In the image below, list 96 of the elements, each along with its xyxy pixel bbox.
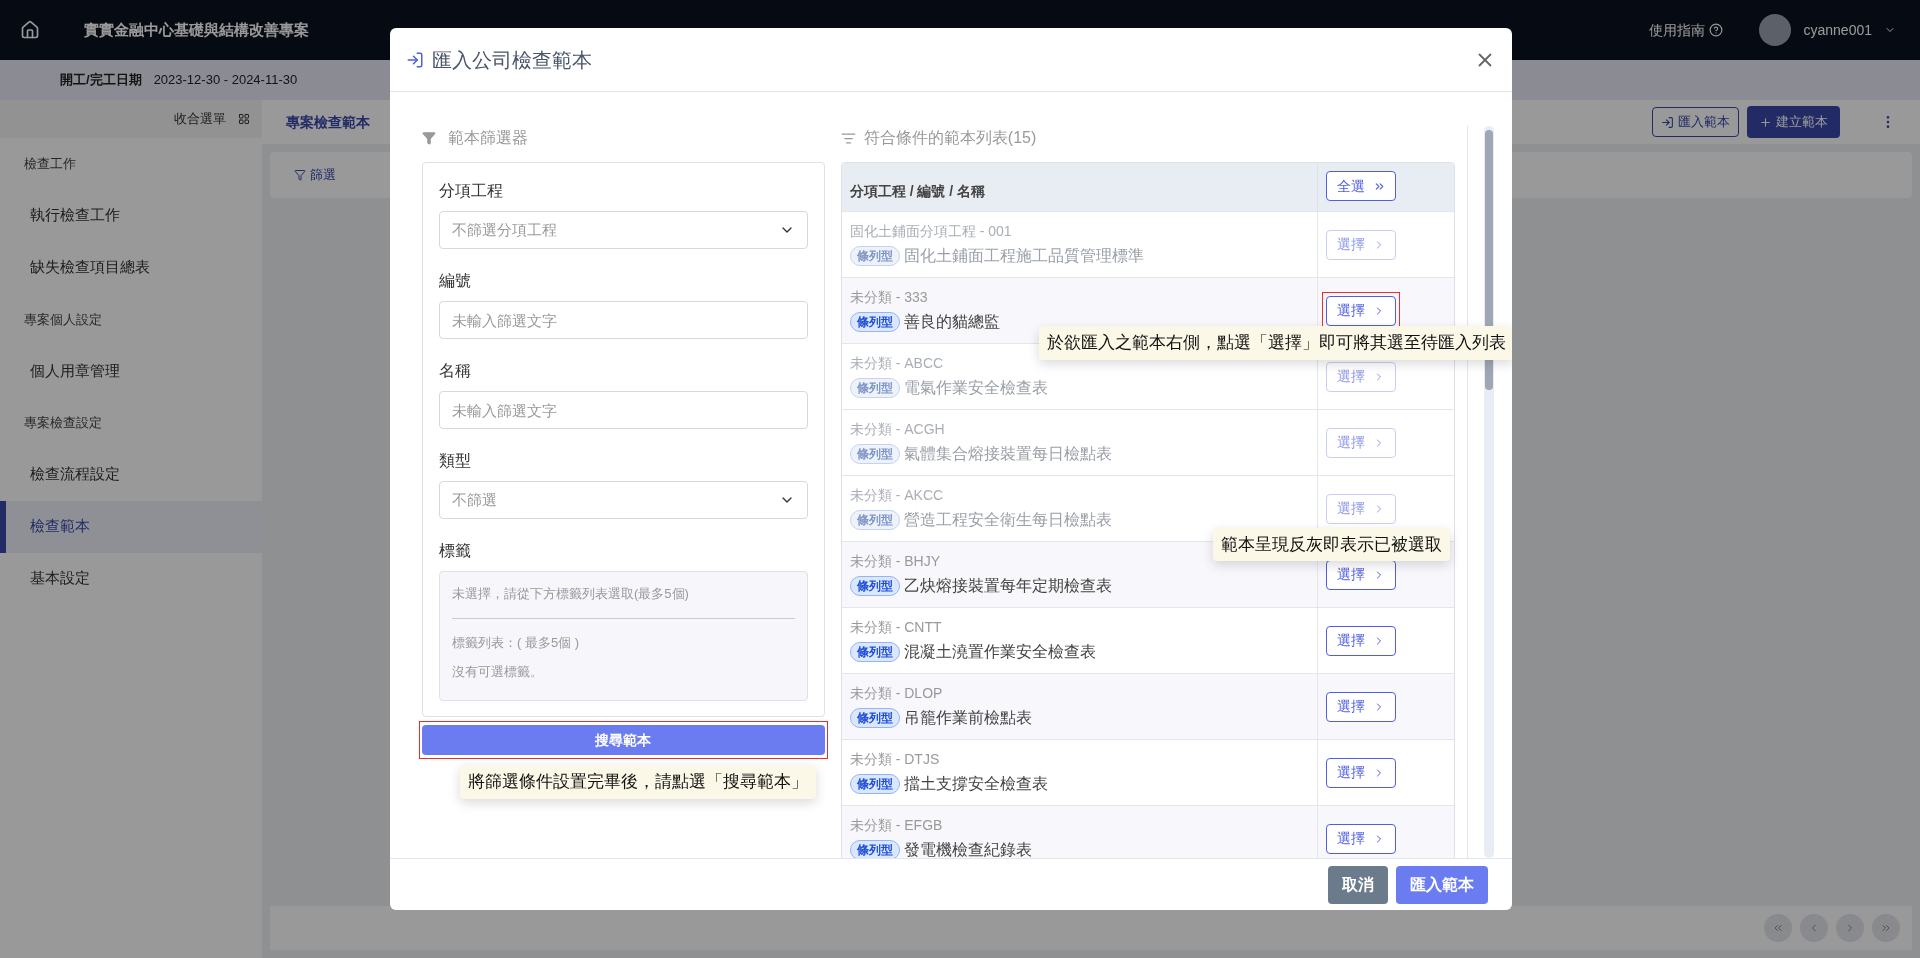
template-code: 未分類 - DLOP <box>849 684 944 703</box>
chevron-icon <box>1880 922 1892 934</box>
select-button[interactable]: 選擇 <box>1326 229 1397 260</box>
column-header: 分項工程 / 編號 / 名稱 <box>848 181 987 201</box>
import-template-button[interactable]: 匯入範本 <box>1652 107 1739 137</box>
dialog-title: 匯入公司檢查範本 <box>432 47 592 73</box>
help-icon <box>1709 23 1724 37</box>
sidebar-section-title: 專案個人設定 <box>23 310 103 329</box>
template-name: 混凝土澆置作業安全檢查表 <box>903 642 1096 662</box>
import-button[interactable]: 匯入範本 <box>1396 865 1488 904</box>
type-tag: 條列型 <box>849 840 900 858</box>
search-button[interactable]: 搜尋範本 <box>422 725 825 755</box>
template-code: 未分類 - CNTT <box>849 618 943 637</box>
select-button[interactable]: 選擇 <box>1326 493 1397 524</box>
template-name: 固化土鋪面工程施工品質管理標準 <box>903 246 1144 266</box>
tag-hint: 未選擇，請從下方標籤列表選取(最多5個) <box>452 585 690 603</box>
sidebar-item[interactable]: 執行檢查工作 <box>0 189 262 242</box>
empty-tags-text: 沒有可選標籤。 <box>452 663 544 681</box>
cancel-button[interactable]: 取消 <box>1328 865 1388 904</box>
collapse-label[interactable]: 收合選單 <box>174 109 226 129</box>
template-name: 善良的貓總監 <box>903 312 1000 332</box>
type-tag: 條列型 <box>849 246 900 266</box>
type-tag: 條列型 <box>849 708 900 728</box>
filter-icon <box>294 169 306 181</box>
template-name: 擋土支撐安全檢查表 <box>903 774 1048 794</box>
select-button[interactable]: 選擇 <box>1326 757 1397 788</box>
home-icon <box>20 20 40 40</box>
plus-icon <box>1759 115 1772 129</box>
input-field[interactable]: 未輸入篩選文字 <box>439 301 808 339</box>
select-all-button[interactable]: 全選 <box>1326 171 1397 201</box>
tooltip-callout: 範本呈現反灰即表示已被選取 <box>1213 527 1451 561</box>
project-title: 實實金融中心基礎與結構改善專案 <box>83 19 310 40</box>
sidebar-item[interactable]: 檢查流程設定 <box>0 448 262 501</box>
date-range: 2023-12-30 - 2024-11-30 <box>153 71 298 90</box>
template-code: 未分類 - 333 <box>849 288 929 307</box>
date-label: 開工/完工日期 <box>60 71 142 90</box>
tag-list-label: 標籤列表：( 最多5個 ) <box>452 633 581 652</box>
tooltip-callout: 將篩選條件設置完畢後，請點選「搜尋範本」 <box>460 765 816 799</box>
select-button[interactable]: 選擇 <box>1326 559 1397 590</box>
create-template-button[interactable]: 建立範本 <box>1747 106 1840 138</box>
username[interactable]: cyanne001 <box>1803 19 1872 41</box>
type-tag: 條列型 <box>849 774 900 794</box>
template-code: 未分類 - ABCC <box>849 354 945 373</box>
pagination-button[interactable] <box>1872 914 1900 942</box>
chevron-icon <box>1772 922 1784 934</box>
template-name: 吊籠作業前檢點表 <box>903 708 1032 728</box>
filter-label[interactable]: 篩選 <box>310 165 336 185</box>
sidebar-item[interactable]: 缺失檢查項目總表 <box>0 241 262 294</box>
template-name: 發電機檢查紀錄表 <box>903 840 1032 858</box>
type-tag: 條列型 <box>849 312 900 332</box>
sidebar-item[interactable]: 檢查範本 <box>0 500 262 553</box>
grid-icon <box>238 113 250 125</box>
tooltip-callout: 於欲匯入之範本右側，點選「選擇」即可將其選至待匯入列表 <box>1039 326 1512 360</box>
template-code: 固化土鋪面分項工程 - 001 <box>849 222 1013 241</box>
dropdown-field[interactable]: 不篩選 <box>439 481 808 519</box>
template-code: 未分類 - DTJS <box>849 750 941 769</box>
template-name: 氣體集合熔接裝置每日檢點表 <box>903 444 1112 464</box>
select-button[interactable]: 選擇 <box>1326 625 1397 656</box>
type-tag: 條列型 <box>849 510 900 530</box>
field-label: 編號 <box>439 271 472 291</box>
list-icon <box>840 130 856 146</box>
sidebar-section-title: 專案檢查設定 <box>23 414 103 432</box>
pagination-button[interactable] <box>1764 914 1792 942</box>
select-button[interactable]: 選擇 <box>1326 361 1397 392</box>
template-code: 未分類 - BHJY <box>849 552 942 571</box>
filter-heading: 範本篩選器 <box>448 128 528 148</box>
import-icon <box>1661 115 1674 129</box>
sidebar-item[interactable]: 基本設定 <box>0 552 262 605</box>
import-icon <box>406 50 424 69</box>
input-field[interactable]: 未輸入篩選文字 <box>439 391 808 429</box>
template-name: 電氣作業安全檢查表 <box>903 378 1048 398</box>
select-button[interactable]: 選擇 <box>1326 823 1397 854</box>
field-label: 標籤 <box>439 541 472 561</box>
type-tag: 條列型 <box>849 576 900 596</box>
page-tab[interactable]: 專案檢查範本 <box>286 111 370 133</box>
template-name: 乙炔熔接裝置每年定期檢查表 <box>903 576 1112 596</box>
sidebar-section-title: 檢查工作 <box>23 155 77 173</box>
template-code: 未分類 - ACGH <box>849 420 946 439</box>
template-code: 未分類 - AKCC <box>849 486 945 505</box>
type-tag: 條列型 <box>849 444 900 464</box>
field-label: 名稱 <box>439 361 472 381</box>
help-link[interactable]: 使用指南 <box>1649 19 1724 41</box>
field-label: 分項工程 <box>439 181 504 201</box>
template-name: 營造工程安全衛生每日檢點表 <box>903 510 1112 530</box>
select-button[interactable]: 選擇 <box>1326 427 1397 458</box>
type-tag: 條列型 <box>849 378 900 398</box>
select-button[interactable]: 選擇 <box>1326 691 1397 722</box>
type-tag: 條列型 <box>849 642 900 662</box>
template-code: 未分類 - EFGB <box>849 816 944 835</box>
dropdown-field[interactable]: 不篩選分項工程 <box>439 211 808 249</box>
avatar[interactable] <box>1759 14 1792 46</box>
field-label: 類型 <box>439 451 472 471</box>
list-heading: 符合條件的範本列表(15) <box>863 128 1037 148</box>
select-button[interactable]: 選擇 <box>1326 295 1397 326</box>
sidebar-item[interactable]: 個人用章管理 <box>0 345 262 397</box>
filter-icon <box>422 131 436 145</box>
